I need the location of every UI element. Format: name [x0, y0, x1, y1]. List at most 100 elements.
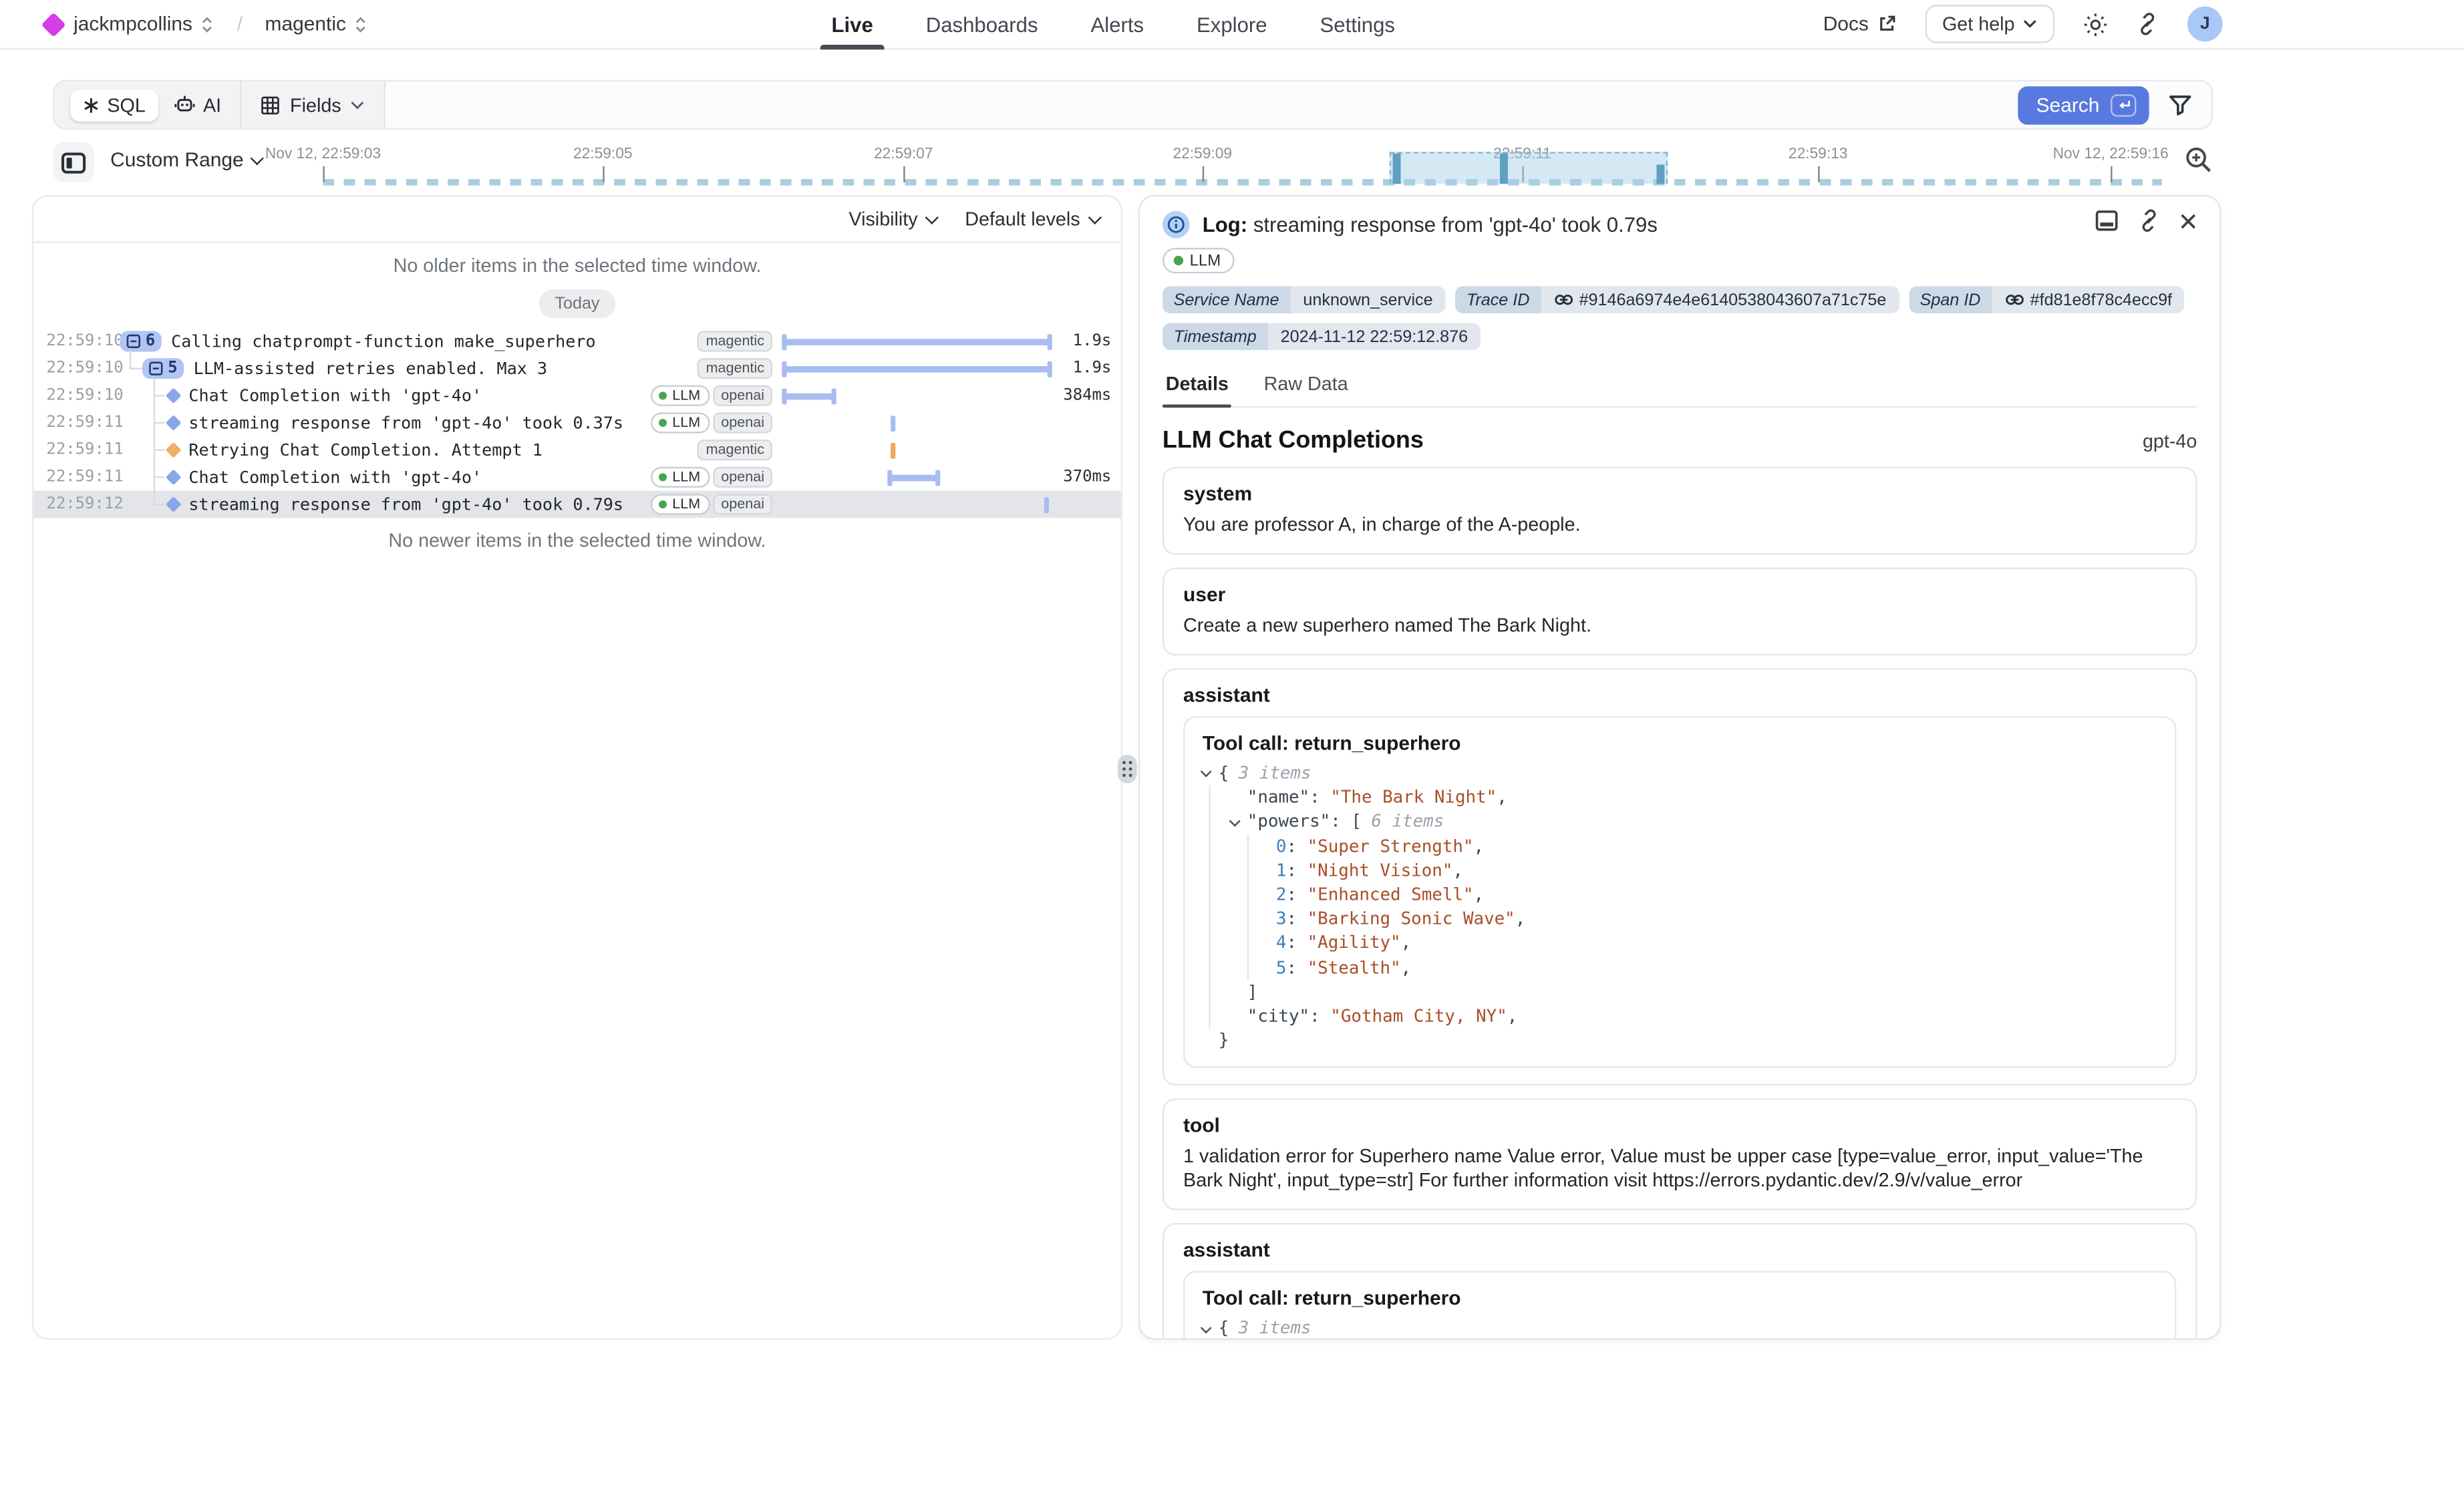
- default-levels-dropdown[interactable]: Default levels: [965, 208, 1098, 230]
- tab-live[interactable]: Live: [832, 0, 873, 49]
- chevron-down-icon: [925, 211, 938, 224]
- chip-label: Service Name: [1163, 286, 1290, 313]
- log-row[interactable]: 22:59:12streaming response from 'gpt-4o'…: [33, 491, 1120, 518]
- no-newer-items-note: No newer items in the selected time wind…: [33, 529, 1120, 552]
- message-text: Create a new superhero named The Bark Ni…: [1183, 614, 2176, 638]
- log-timestamp: 22:59:12: [46, 496, 114, 513]
- timeline[interactable]: Nov 12, 22:59:0322:59:0522:59:0722:59:09…: [272, 141, 2213, 189]
- breadcrumb-separator: /: [237, 13, 243, 35]
- org-name[interactable]: jackmpcollins: [73, 13, 192, 35]
- tree-connector: [130, 367, 142, 369]
- share-link-button[interactable]: [2136, 13, 2159, 35]
- project-name[interactable]: magentic: [265, 13, 346, 35]
- log-row[interactable]: 22:59:106Calling chatprompt-function mak…: [33, 328, 1120, 355]
- duration-track: [782, 491, 1050, 518]
- message-role: assistant: [1183, 684, 2176, 707]
- event-tick: [1044, 497, 1049, 513]
- collapse-panel-button[interactable]: [53, 142, 94, 182]
- timeline-tick-label: Nov 12, 22:59:03: [265, 146, 381, 163]
- detail-actions: [2095, 208, 2197, 238]
- messages: systemYou are professor A, in charge of …: [1163, 467, 2197, 1340]
- collapse-caret-icon[interactable]: [1231, 820, 1247, 824]
- chevron-down-icon: [2023, 19, 2038, 29]
- collapse-badge[interactable]: 6: [120, 331, 161, 351]
- timeline-baseline: [323, 179, 2161, 184]
- zoom-in-button[interactable]: [2184, 146, 2213, 182]
- ai-mode-button[interactable]: AI: [174, 94, 224, 116]
- collapse-caret-icon[interactable]: [1203, 771, 1219, 775]
- time-range-dropdown[interactable]: Custom Range: [110, 149, 262, 172]
- fields-dropdown[interactable]: Fields: [242, 81, 386, 128]
- visibility-dropdown[interactable]: Visibility: [849, 208, 936, 230]
- json-line: 1: "Night Vision",: [1203, 858, 2157, 882]
- timeline-selection[interactable]: [1390, 152, 1668, 184]
- breadcrumb-org[interactable]: jackmpcollins: [73, 13, 214, 35]
- chip-timestamp[interactable]: Timestamp2024-11-12 22:59:12.876: [1163, 323, 1481, 350]
- tab-alerts[interactable]: Alerts: [1091, 0, 1144, 49]
- docs-link[interactable]: Docs: [1823, 13, 1896, 35]
- search-button[interactable]: Search: [2018, 86, 2149, 124]
- log-row[interactable]: 22:59:11streaming response from 'gpt-4o'…: [33, 409, 1120, 437]
- span-bar: [782, 393, 834, 399]
- collapse-caret-icon[interactable]: [1203, 1327, 1219, 1331]
- today-badge[interactable]: Today: [539, 289, 616, 318]
- message-assistant: assistantTool call: return_superhero{3 i…: [1163, 668, 2197, 1086]
- no-older-items-note: No older items in the selected time wind…: [33, 255, 1120, 277]
- duration-track: [782, 328, 1050, 355]
- copy-link-button[interactable]: [2138, 208, 2161, 238]
- breadcrumb-project[interactable]: magentic: [265, 13, 369, 35]
- tool-call-card: Tool call: return_superhero{3 items"name…: [1183, 1272, 2176, 1340]
- span-bar: [782, 339, 1050, 344]
- filter-button[interactable]: [2168, 94, 2192, 116]
- query-mode-segment: SQL AI: [54, 81, 242, 128]
- json-viewer: {3 items"name": "The Bark Night","powers…: [1203, 761, 2157, 1053]
- time-range-label: Custom Range: [110, 149, 244, 172]
- chip-service-name[interactable]: Service Nameunknown_service: [1163, 286, 1446, 313]
- detail-title-text: streaming response from 'gpt-4o' took 0.…: [1253, 212, 1658, 236]
- dock-panel-button[interactable]: [2095, 208, 2119, 238]
- json-viewer: {3 items"name": "THE BARK NIGHT","powers…: [1203, 1317, 2157, 1340]
- log-duration: 384ms: [1050, 387, 1111, 404]
- timeline-tick-label: 22:59:09: [1173, 146, 1233, 163]
- close-button[interactable]: [2179, 210, 2197, 238]
- tree-connector: [130, 349, 131, 369]
- log-row[interactable]: 22:59:11Chat Completion with 'gpt-4o'LLM…: [33, 464, 1120, 491]
- tab-dashboards[interactable]: Dashboards: [926, 0, 1038, 49]
- sql-mode-button[interactable]: SQL: [70, 89, 158, 121]
- section-header: LLM Chat Completions gpt-4o: [1163, 427, 2197, 454]
- avatar[interactable]: J: [2187, 7, 2223, 42]
- log-row[interactable]: 22:59:105LLM-assisted retries enabled. M…: [33, 355, 1120, 382]
- log-message: Calling chatprompt-function make_superhe…: [171, 332, 595, 351]
- span-bar-cap: [935, 470, 939, 486]
- tab-explore[interactable]: Explore: [1197, 0, 1267, 49]
- message-role: system: [1183, 483, 2176, 506]
- chevron-down-icon: [251, 152, 264, 165]
- log-timestamp: 22:59:11: [46, 468, 114, 486]
- log-timestamp: 22:59:11: [46, 414, 114, 432]
- link-icon: [1553, 293, 1573, 307]
- chip-trace-id[interactable]: Trace ID#9146a6974e4e6140538043607a71c75…: [1455, 286, 1899, 313]
- detail-tab-details[interactable]: Details: [1163, 366, 1232, 406]
- time-range-bar: Custom Range Nov 12, 22:59:0322:59:0522:…: [53, 141, 2213, 189]
- chip-span-id[interactable]: Span ID#fd81e8f78c4ecc9f: [1909, 286, 2185, 313]
- theme-toggle-button[interactable]: [2083, 12, 2107, 36]
- detail-tab-raw-data[interactable]: Raw Data: [1261, 366, 1352, 406]
- tab-settings[interactable]: Settings: [1320, 0, 1395, 49]
- tag-openai: openai: [713, 385, 772, 406]
- json-line: }: [1203, 1028, 2157, 1052]
- log-detail-panel: Log: streaming response from 'gpt-4o' to…: [1138, 195, 2221, 1340]
- sun-icon: [2083, 12, 2107, 36]
- breadcrumb: jackmpcollins / magentic: [45, 13, 368, 35]
- log-row[interactable]: 22:59:11Retrying Chat Completion. Attemp…: [33, 436, 1120, 464]
- json-line: 4: "Agility",: [1203, 931, 2157, 955]
- panel-resize-handle[interactable]: [1118, 755, 1137, 784]
- tag-openai: openai: [713, 412, 772, 433]
- duration-track: [782, 382, 1050, 409]
- json-line: {3 items: [1203, 761, 2157, 785]
- timeline-tick-label: 22:59:05: [573, 146, 633, 163]
- message-text: 1 validation error for Superhero name Va…: [1183, 1146, 2176, 1194]
- funnel-icon: [2168, 94, 2192, 116]
- collapse-badge[interactable]: 5: [142, 358, 184, 379]
- get-help-button[interactable]: Get help: [1925, 5, 2055, 43]
- log-row[interactable]: 22:59:10Chat Completion with 'gpt-4o'LLM…: [33, 382, 1120, 409]
